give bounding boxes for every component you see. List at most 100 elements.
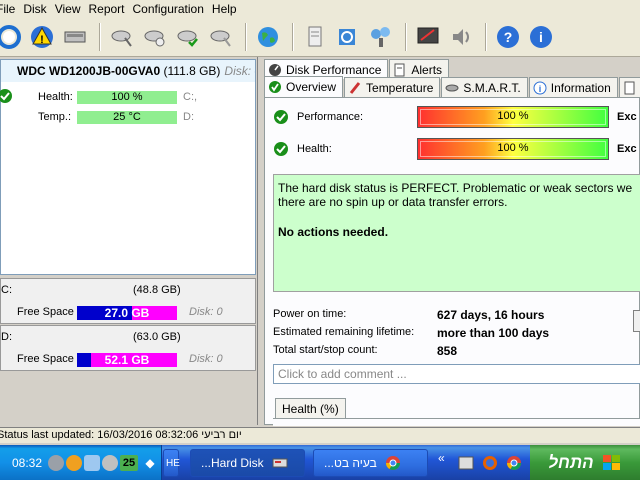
power-on-label: Power on time: [273, 308, 347, 320]
sound-button[interactable] [446, 22, 476, 52]
taskbar-button-browser[interactable]: ...בעיה בט [313, 449, 428, 477]
menu-bar: File Disk View Report Configuration Help [0, 0, 640, 17]
health-rating: Exc [617, 143, 637, 155]
performance-label: Performance: [297, 111, 364, 123]
tab-label: Information [550, 80, 611, 95]
monitor-settings-icon [417, 27, 439, 43]
menu-help[interactable]: Help [212, 2, 245, 16]
alert-button[interactable]: ! [27, 22, 57, 52]
svg-text:i: i [538, 84, 541, 94]
taskbar-label: ...Hard Disk [201, 456, 264, 470]
network-icon [371, 26, 390, 47]
network-button[interactable] [366, 22, 396, 52]
toolbar-separator [405, 22, 407, 51]
disk-header: WDC WD1200JB-00GVA0 (111.8 GB)Disk: 0 [1, 60, 255, 82]
tab-label: Temperature [366, 80, 434, 95]
check-icon [273, 109, 289, 128]
details-panel: Disk Performance Alerts Overview Tempera… [260, 57, 640, 426]
tab-label: Alerts [411, 62, 443, 77]
performance-rating: Exc [617, 111, 637, 123]
tray-disk-icon[interactable] [102, 455, 118, 471]
svg-text:!: ! [40, 34, 44, 46]
info-button[interactable]: i [526, 22, 556, 52]
disk-test-button-1[interactable] [107, 22, 137, 52]
svg-text:i: i [539, 29, 543, 45]
free-space-value: 52.1 GB [104, 353, 150, 367]
sync-icon [339, 28, 355, 45]
free-space-bar: 52.1 GB [77, 353, 177, 367]
taskbar-label: ...בעיה בט [324, 456, 377, 470]
free-space-value: 27.0 GB [104, 306, 150, 320]
disk-search-button[interactable] [206, 22, 236, 52]
drive-d-label: D: [183, 111, 194, 123]
tray-expand-icon[interactable]: ◆ [142, 455, 158, 471]
globe-icon [258, 26, 278, 47]
partition-name: C: [1, 284, 12, 296]
info-icon: i [530, 25, 552, 48]
menu-disk[interactable]: Disk [23, 2, 54, 16]
tab-smart[interactable]: S.M.A.R.T. [441, 77, 528, 97]
start-button[interactable]: התחל [530, 445, 640, 480]
tray-app-icon[interactable] [48, 455, 64, 471]
status-line: The hard disk status is PERFECT. Problem… [278, 181, 633, 195]
sub-tab-row: Overview Temperature S.M.A.R.T. i Inform… [264, 76, 640, 97]
check-icon [0, 88, 13, 107]
partition-d[interactable]: D: (63.0 GB) Free Space 52.1 GB Disk: 0 [0, 325, 256, 371]
disk-tool-icon [111, 30, 132, 47]
disk-temp-row: Temp.: 25 °C D: [1, 106, 257, 128]
refresh-icon [0, 24, 21, 49]
tray-count-badge[interactable]: 25 [120, 455, 138, 471]
tab-overview[interactable]: Overview [264, 76, 344, 97]
tab-health-chart[interactable]: Health (%) [275, 398, 346, 418]
menu-view[interactable]: View [55, 2, 89, 16]
status-line: there are no spin up or data transfer er… [278, 195, 508, 209]
settings-button[interactable] [413, 22, 443, 52]
menu-file[interactable]: File [0, 2, 23, 16]
comment-field[interactable]: Click to add comment ... [273, 364, 640, 384]
disk-health-row: Health: 100 % C:, [0, 86, 257, 108]
menu-report[interactable]: Report [88, 2, 132, 16]
disk-check-button[interactable] [173, 22, 203, 52]
taskbar-button-harddisk[interactable]: ...Hard Disk [190, 449, 305, 477]
taskbar-button-lang[interactable]: HE [163, 449, 180, 477]
warning-icon: ! [31, 25, 53, 48]
info-icon: i [533, 81, 547, 94]
tab-temperature[interactable]: Temperature [344, 77, 441, 97]
refresh-button[interactable] [0, 22, 24, 52]
disk-title: WDC WD1200JB-00GVA0 [17, 64, 161, 78]
health-chart-panel [273, 418, 640, 426]
check-icon [269, 81, 281, 93]
tab-alerts[interactable]: Alerts [389, 59, 450, 79]
tray-update-icon[interactable] [66, 455, 82, 471]
menu-configuration[interactable]: Configuration [133, 2, 212, 16]
system-tray: 08:32 25 ◆ [0, 445, 162, 480]
chrome-icon[interactable] [506, 455, 522, 471]
side-button[interactable] [633, 310, 640, 332]
firefox-icon[interactable] [482, 455, 498, 471]
disk-button[interactable] [60, 22, 90, 52]
tray-network-icon[interactable] [84, 455, 100, 471]
sync-button[interactable] [333, 22, 363, 52]
toolbar-separator [99, 22, 101, 51]
toolbar-separator [292, 22, 294, 51]
startstop-label: Total start/stop count: [273, 344, 378, 356]
disk-entry[interactable]: WDC WD1200JB-00GVA0 (111.8 GB)Disk: 0 He… [0, 59, 256, 275]
tab-more[interactable] [618, 77, 640, 97]
drive-c-label: C:, [183, 91, 198, 103]
quicklaunch-expand-icon[interactable]: « [438, 451, 445, 465]
toolbar: ! ? i [0, 17, 640, 57]
tab-label: S.M.A.R.T. [463, 80, 521, 95]
taskbar: 08:32 25 ◆ HE ...Hard Disk ...בעיה בט « … [0, 445, 640, 480]
tab-information[interactable]: i Information [528, 77, 618, 97]
web-button[interactable] [253, 22, 283, 52]
disk-test-button-2[interactable] [140, 22, 170, 52]
partition-c[interactable]: C: (48.8 GB) Free Space 27.0 GB Disk: 0 [0, 278, 256, 324]
health-bar: 100 % [77, 90, 177, 104]
clock[interactable]: 08:32 [12, 456, 42, 470]
health-label: Health: [38, 91, 73, 103]
report-button[interactable] [300, 22, 330, 52]
media-icon[interactable] [458, 455, 474, 471]
health-row: Health: 100 % Exc [265, 138, 640, 160]
help-button[interactable]: ? [493, 22, 523, 52]
chrome-icon [385, 456, 400, 470]
